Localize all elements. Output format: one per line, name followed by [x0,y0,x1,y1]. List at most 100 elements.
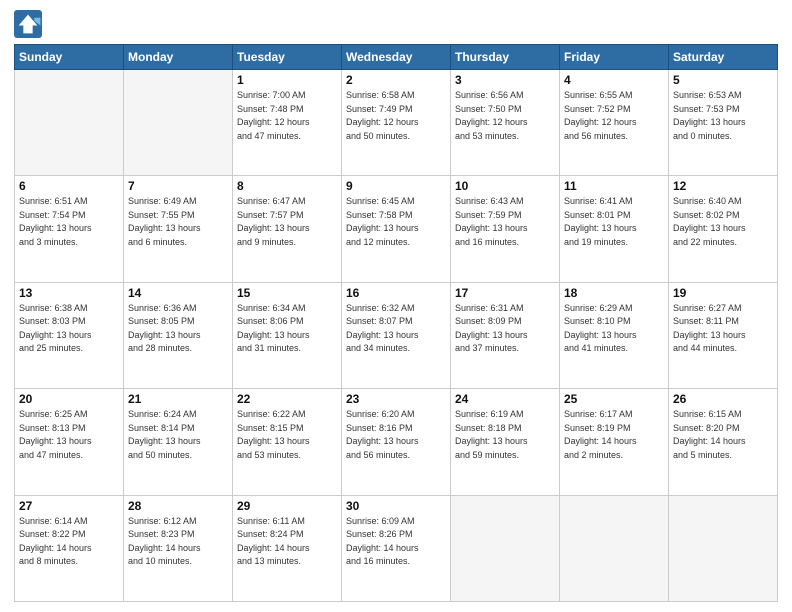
week-row-1: 6 Sunrise: 6:51 AM Sunset: 7:54 PM Daylig… [15,176,778,282]
day-info: Sunrise: 6:31 AM Sunset: 8:09 PM Dayligh… [455,302,555,356]
day-number: 6 [19,179,119,193]
day-number: 8 [237,179,337,193]
day-cell: 10 Sunrise: 6:43 AM Sunset: 7:59 PM Dayli… [451,176,560,282]
day-cell: 6 Sunrise: 6:51 AM Sunset: 7:54 PM Daylig… [15,176,124,282]
logo-icon [14,10,42,38]
day-cell: 8 Sunrise: 6:47 AM Sunset: 7:57 PM Daylig… [233,176,342,282]
day-info: Sunrise: 6:43 AM Sunset: 7:59 PM Dayligh… [455,195,555,249]
day-cell: 28 Sunrise: 6:12 AM Sunset: 8:23 PM Dayli… [124,495,233,601]
day-info: Sunrise: 6:25 AM Sunset: 8:13 PM Dayligh… [19,408,119,462]
day-number: 15 [237,286,337,300]
day-number: 19 [673,286,773,300]
day-cell: 7 Sunrise: 6:49 AM Sunset: 7:55 PM Daylig… [124,176,233,282]
day-number: 18 [564,286,664,300]
day-cell: 26 Sunrise: 6:15 AM Sunset: 8:20 PM Dayli… [669,389,778,495]
day-info: Sunrise: 6:24 AM Sunset: 8:14 PM Dayligh… [128,408,228,462]
weekday-header-wednesday: Wednesday [342,45,451,70]
day-cell: 27Sunrise: 6:14 AM Sunset: 8:22 PM Dayli… [15,495,124,601]
day-number: 7 [128,179,228,193]
day-info: Sunrise: 6:22 AM Sunset: 8:15 PM Dayligh… [237,408,337,462]
day-cell: 16 Sunrise: 6:32 AM Sunset: 8:07 PM Dayli… [342,282,451,388]
day-cell: 20 Sunrise: 6:25 AM Sunset: 8:13 PM Dayli… [15,389,124,495]
day-info: Sunrise: 6:38 AM Sunset: 8:03 PM Dayligh… [19,302,119,356]
day-info: Sunrise: 6:41 AM Sunset: 8:01 PM Dayligh… [564,195,664,249]
day-number: 30 [346,499,446,513]
day-cell [15,70,124,176]
day-info: Sunrise: 6:53 AM Sunset: 7:53 PM Dayligh… [673,89,773,143]
day-cell [451,495,560,601]
day-number: 2 [346,73,446,87]
day-number: 11 [564,179,664,193]
day-cell: 2Sunrise: 6:58 AM Sunset: 7:49 PM Daylig… [342,70,451,176]
day-info: Sunrise: 6:34 AM Sunset: 8:06 PM Dayligh… [237,302,337,356]
day-number: 9 [346,179,446,193]
day-number: 21 [128,392,228,406]
day-info: Sunrise: 6:51 AM Sunset: 7:54 PM Dayligh… [19,195,119,249]
weekday-header-saturday: Saturday [669,45,778,70]
day-number: 23 [346,392,446,406]
day-cell: 23 Sunrise: 6:20 AM Sunset: 8:16 PM Dayli… [342,389,451,495]
header [14,10,778,38]
day-cell: 19Sunrise: 6:27 AM Sunset: 8:11 PM Dayli… [669,282,778,388]
day-number: 27 [19,499,119,513]
day-number: 3 [455,73,555,87]
page: SundayMondayTuesdayWednesdayThursdayFrid… [0,0,792,612]
day-number: 13 [19,286,119,300]
day-number: 22 [237,392,337,406]
day-info: Sunrise: 7:00 AM Sunset: 7:48 PM Dayligh… [237,89,337,143]
day-number: 20 [19,392,119,406]
day-number: 16 [346,286,446,300]
day-cell: 22 Sunrise: 6:22 AM Sunset: 8:15 PM Dayli… [233,389,342,495]
day-info: Sunrise: 6:15 AM Sunset: 8:20 PM Dayligh… [673,408,773,462]
day-number: 14 [128,286,228,300]
weekday-header-thursday: Thursday [451,45,560,70]
day-number: 4 [564,73,664,87]
day-info: Sunrise: 6:45 AM Sunset: 7:58 PM Dayligh… [346,195,446,249]
day-cell [560,495,669,601]
day-number: 24 [455,392,555,406]
weekday-header-friday: Friday [560,45,669,70]
day-cell: 24 Sunrise: 6:19 AM Sunset: 8:18 PM Dayli… [451,389,560,495]
day-cell: 12Sunrise: 6:40 AM Sunset: 8:02 PM Dayli… [669,176,778,282]
day-info: Sunrise: 6:47 AM Sunset: 7:57 PM Dayligh… [237,195,337,249]
day-cell: 18 Sunrise: 6:29 AM Sunset: 8:10 PM Dayli… [560,282,669,388]
day-info: Sunrise: 6:20 AM Sunset: 8:16 PM Dayligh… [346,408,446,462]
day-info: Sunrise: 6:19 AM Sunset: 8:18 PM Dayligh… [455,408,555,462]
calendar-table: SundayMondayTuesdayWednesdayThursdayFrid… [14,44,778,602]
day-number: 29 [237,499,337,513]
day-cell: 4Sunrise: 6:55 AM Sunset: 7:52 PM Daylig… [560,70,669,176]
day-number: 28 [128,499,228,513]
day-cell: 9 Sunrise: 6:45 AM Sunset: 7:58 PM Daylig… [342,176,451,282]
day-cell: 5 Sunrise: 6:53 AM Sunset: 7:53 PM Daylig… [669,70,778,176]
day-info: Sunrise: 6:56 AM Sunset: 7:50 PM Dayligh… [455,89,555,143]
day-info: Sunrise: 6:49 AM Sunset: 7:55 PM Dayligh… [128,195,228,249]
day-cell: 17 Sunrise: 6:31 AM Sunset: 8:09 PM Dayli… [451,282,560,388]
day-number: 26 [673,392,773,406]
weekday-header-row: SundayMondayTuesdayWednesdayThursdayFrid… [15,45,778,70]
day-info: Sunrise: 6:11 AM Sunset: 8:24 PM Dayligh… [237,515,337,569]
day-cell: 13 Sunrise: 6:38 AM Sunset: 8:03 PM Dayli… [15,282,124,388]
day-cell: 30 Sunrise: 6:09 AM Sunset: 8:26 PM Dayli… [342,495,451,601]
weekday-header-tuesday: Tuesday [233,45,342,70]
day-info: Sunrise: 6:32 AM Sunset: 8:07 PM Dayligh… [346,302,446,356]
week-row-3: 20 Sunrise: 6:25 AM Sunset: 8:13 PM Dayli… [15,389,778,495]
day-cell: 25Sunrise: 6:17 AM Sunset: 8:19 PM Dayli… [560,389,669,495]
day-cell: 15 Sunrise: 6:34 AM Sunset: 8:06 PM Dayli… [233,282,342,388]
day-cell: 14 Sunrise: 6:36 AM Sunset: 8:05 PM Dayli… [124,282,233,388]
day-info: Sunrise: 6:40 AM Sunset: 8:02 PM Dayligh… [673,195,773,249]
day-number: 10 [455,179,555,193]
day-cell [669,495,778,601]
weekday-header-sunday: Sunday [15,45,124,70]
day-info: Sunrise: 6:09 AM Sunset: 8:26 PM Dayligh… [346,515,446,569]
day-info: Sunrise: 6:36 AM Sunset: 8:05 PM Dayligh… [128,302,228,356]
day-number: 5 [673,73,773,87]
day-cell: 11 Sunrise: 6:41 AM Sunset: 8:01 PM Dayli… [560,176,669,282]
day-number: 1 [237,73,337,87]
day-cell [124,70,233,176]
day-info: Sunrise: 6:29 AM Sunset: 8:10 PM Dayligh… [564,302,664,356]
day-info: Sunrise: 6:12 AM Sunset: 8:23 PM Dayligh… [128,515,228,569]
weekday-header-monday: Monday [124,45,233,70]
week-row-2: 13 Sunrise: 6:38 AM Sunset: 8:03 PM Dayli… [15,282,778,388]
day-cell: 1 Sunrise: 7:00 AM Sunset: 7:48 PM Daylig… [233,70,342,176]
day-number: 17 [455,286,555,300]
